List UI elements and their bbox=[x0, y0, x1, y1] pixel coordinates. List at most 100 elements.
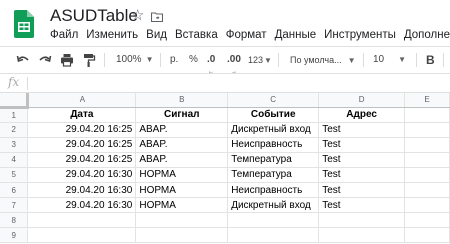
zoom-select[interactable]: 100% ▼ bbox=[116, 51, 154, 69]
column-header-b[interactable]: B bbox=[135, 93, 229, 108]
row-number[interactable]: 9 bbox=[0, 227, 29, 244]
cell-b8[interactable] bbox=[135, 212, 229, 229]
cell-b6[interactable]: НОРМА bbox=[135, 182, 229, 199]
column-header-c[interactable]: C bbox=[227, 93, 320, 108]
row-number[interactable]: 2 bbox=[0, 122, 29, 138]
column-header-e[interactable]: E bbox=[404, 93, 450, 108]
bold-button[interactable]: B bbox=[426, 51, 435, 69]
row-number[interactable]: 1 bbox=[0, 107, 29, 123]
cell-b2[interactable]: ABAP. bbox=[135, 122, 229, 138]
percent-format-button[interactable]: % bbox=[189, 51, 198, 69]
redo-icon[interactable] bbox=[38, 51, 52, 69]
document-title[interactable]: ASUDTable bbox=[50, 6, 138, 26]
table-row: 5 29.04.20 16:30 НОРМА Температура Test bbox=[0, 167, 450, 183]
cell-e7[interactable] bbox=[404, 197, 450, 214]
toolbar-separator bbox=[363, 53, 364, 67]
cell-a3[interactable]: 29.04.20 16:25 bbox=[27, 137, 137, 153]
zoom-value: 100% bbox=[116, 54, 142, 65]
cell-a9[interactable] bbox=[27, 227, 137, 244]
row-number[interactable]: 8 bbox=[0, 212, 29, 229]
chevron-down-icon: ▼ bbox=[145, 55, 154, 64]
google-sheets-logo-icon[interactable] bbox=[14, 10, 34, 38]
formula-bar: fx bbox=[0, 73, 450, 93]
toolbar: 100% ▼ р. % .0 ← .00 → 123▼ По умолча... ▼ 1… bbox=[0, 47, 450, 75]
row-number[interactable]: 7 bbox=[0, 197, 29, 214]
cell-e2[interactable] bbox=[404, 122, 450, 138]
toolbar-separator bbox=[416, 53, 417, 67]
toolbar-separator bbox=[160, 53, 161, 67]
row-number[interactable]: 5 bbox=[0, 167, 29, 183]
cell-b4[interactable]: ABAP. bbox=[135, 152, 229, 168]
undo-icon[interactable] bbox=[16, 51, 30, 69]
row-number[interactable]: 4 bbox=[0, 152, 29, 168]
font-family-select[interactable]: По умолча... ▼ bbox=[290, 51, 356, 69]
cell-a1[interactable]: Дата bbox=[27, 107, 137, 123]
cell-d4[interactable]: Test bbox=[318, 152, 406, 168]
cell-c6[interactable]: Неисправность bbox=[227, 182, 320, 199]
cell-d3[interactable]: Test bbox=[318, 137, 406, 153]
column-header-row: A B C D E bbox=[0, 93, 450, 109]
cell-d7[interactable]: Test bbox=[318, 197, 406, 214]
cell-c3[interactable]: Неисправность bbox=[227, 137, 320, 153]
cell-d2[interactable]: Test bbox=[318, 122, 406, 138]
cell-e1[interactable] bbox=[404, 107, 450, 123]
table-row: 9 bbox=[0, 227, 450, 244]
cell-e3[interactable] bbox=[404, 137, 450, 153]
move-to-folder-icon[interactable] bbox=[150, 9, 164, 23]
menu-data[interactable]: Данные bbox=[275, 27, 317, 43]
cell-a6[interactable]: 29.04.20 16:30 bbox=[27, 182, 137, 199]
row-number[interactable]: 6 bbox=[0, 182, 29, 199]
paint-format-icon[interactable] bbox=[82, 51, 96, 69]
cell-d5[interactable]: Test bbox=[318, 167, 406, 183]
cell-a5[interactable]: 29.04.20 16:30 bbox=[27, 167, 137, 183]
more-formats-label: 123 bbox=[248, 55, 264, 65]
menu-tools[interactable]: Инструменты bbox=[324, 27, 396, 43]
cell-a7[interactable]: 29.04.20 16:30 bbox=[27, 197, 137, 214]
cell-d8[interactable] bbox=[318, 212, 406, 229]
cell-c2[interactable]: Дискретный вход bbox=[227, 122, 320, 138]
column-header-d[interactable]: D bbox=[318, 93, 406, 108]
font-size-select[interactable]: 10 ▼ bbox=[373, 51, 406, 69]
increase-decimal-button[interactable]: .00 → bbox=[227, 51, 241, 75]
cell-c7[interactable]: Дискретный вход bbox=[227, 197, 320, 214]
cell-e8[interactable] bbox=[404, 212, 450, 229]
menu-insert[interactable]: Вставка bbox=[175, 27, 218, 43]
cell-d1[interactable]: Адрес bbox=[318, 107, 406, 123]
menu-addons[interactable]: Дополнения bbox=[404, 27, 450, 43]
select-all-corner[interactable] bbox=[0, 93, 30, 109]
currency-format-button[interactable]: р. bbox=[170, 51, 178, 69]
cell-b1[interactable]: Сигнал bbox=[135, 107, 229, 123]
sheet-table: A B C D E 1 Дата Сигнал Событие Адрес 2 … bbox=[0, 93, 450, 244]
more-formats-button[interactable]: 123▼ bbox=[248, 51, 272, 69]
cell-a4[interactable]: 29.04.20 16:25 bbox=[27, 152, 137, 168]
cell-b9[interactable] bbox=[135, 227, 229, 244]
cell-e9[interactable] bbox=[404, 227, 450, 244]
cell-c1[interactable]: Событие bbox=[227, 107, 320, 123]
cell-b5[interactable]: НОРМА bbox=[135, 167, 229, 183]
menu-view[interactable]: Вид bbox=[146, 27, 167, 43]
cell-d9[interactable] bbox=[318, 227, 406, 244]
row-number[interactable]: 3 bbox=[0, 137, 29, 153]
cell-e5[interactable] bbox=[404, 167, 450, 183]
print-icon[interactable] bbox=[60, 51, 74, 69]
cell-e6[interactable] bbox=[404, 182, 450, 199]
menu-file[interactable]: Файл bbox=[50, 27, 78, 43]
cell-b7[interactable]: НОРМА bbox=[135, 197, 229, 214]
menu-bar: Файл Изменить Вид Вставка Формат Данные … bbox=[50, 27, 450, 43]
menu-format[interactable]: Формат bbox=[226, 27, 267, 43]
cell-c5[interactable]: Температура bbox=[227, 167, 320, 183]
decrease-decimal-button[interactable]: .0 ← bbox=[207, 51, 215, 75]
formula-bar-divider bbox=[27, 77, 28, 90]
cell-b3[interactable]: ABAP. bbox=[135, 137, 229, 153]
menu-edit[interactable]: Изменить bbox=[86, 27, 138, 43]
star-icon[interactable]: ☆ bbox=[131, 6, 144, 24]
cell-c9[interactable] bbox=[227, 227, 320, 244]
font-family-value: По умолча... bbox=[290, 55, 342, 65]
column-header-a[interactable]: A bbox=[27, 93, 137, 108]
cell-a2[interactable]: 29.04.20 16:25 bbox=[27, 122, 137, 138]
cell-c4[interactable]: Температура bbox=[227, 152, 320, 168]
cell-e4[interactable] bbox=[404, 152, 450, 168]
cell-c8[interactable] bbox=[227, 212, 320, 229]
cell-a8[interactable] bbox=[27, 212, 137, 229]
cell-d6[interactable]: Test bbox=[318, 182, 406, 199]
